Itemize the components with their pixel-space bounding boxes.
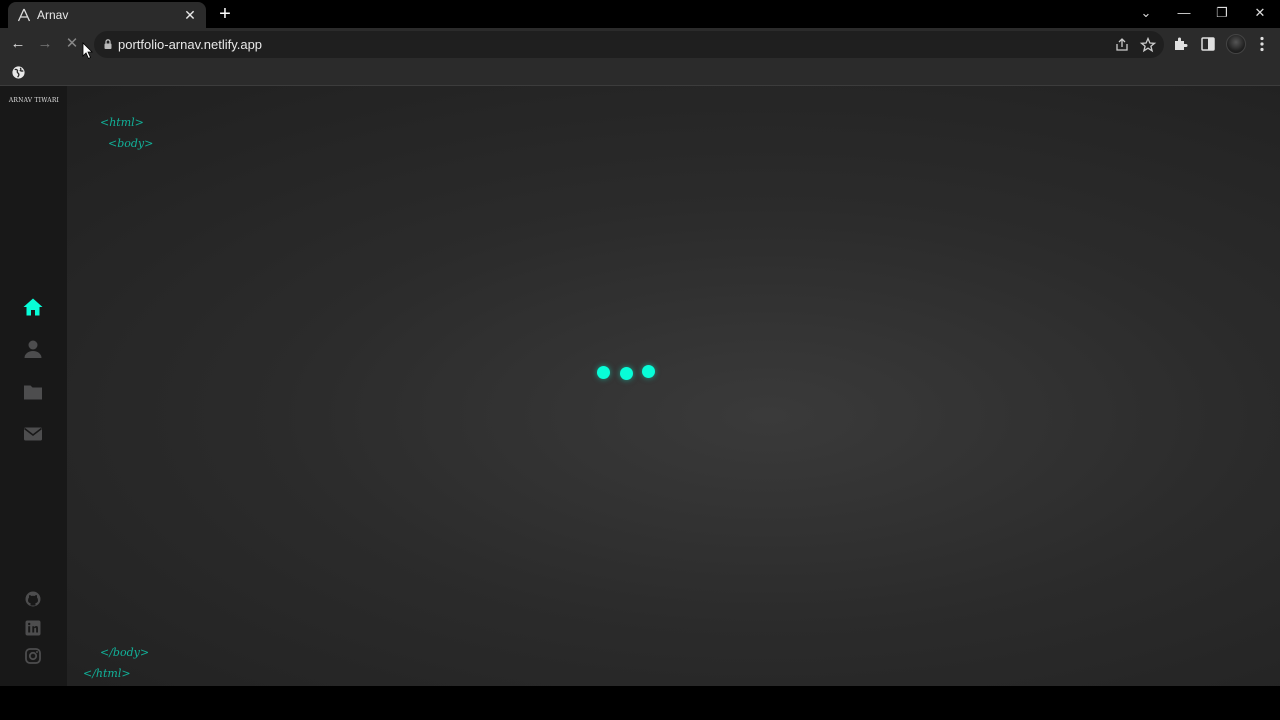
instagram-icon[interactable]: [24, 647, 42, 665]
profile-avatar[interactable]: [1226, 34, 1246, 54]
site-logo[interactable]: ARNAV TIWARI: [6, 97, 62, 104]
taskbar-area: [0, 686, 1280, 720]
back-button[interactable]: ←: [6, 32, 30, 56]
close-window-button[interactable]: ✕: [1246, 2, 1274, 24]
loader-dot: [642, 365, 655, 378]
restore-button[interactable]: ❐: [1208, 2, 1236, 24]
html-open-tag: <html>: [100, 116, 144, 129]
url-text[interactable]: portfolio-arnav.netlify.app: [118, 37, 262, 52]
share-icon[interactable]: [1112, 35, 1132, 55]
address-bar[interactable]: portfolio-arnav.netlify.app: [94, 31, 1164, 58]
loading-indicator: [594, 362, 664, 382]
bookmarks-bar: [0, 60, 1280, 86]
tab-search-icon[interactable]: ⌄: [1132, 2, 1160, 24]
forward-button[interactable]: →: [33, 32, 57, 56]
folder-icon[interactable]: [22, 381, 44, 403]
extensions-icon[interactable]: [1170, 33, 1192, 55]
linkedin-icon[interactable]: [24, 619, 42, 637]
bookmark-star-icon[interactable]: [1138, 35, 1158, 55]
mail-icon[interactable]: [22, 423, 44, 445]
side-panel-icon[interactable]: [1197, 33, 1219, 55]
globe-icon[interactable]: [11, 65, 26, 80]
sidebar: ARNAV TIWARI: [0, 86, 67, 686]
body-close-tag: </body>: [100, 646, 150, 659]
page-viewport: ARNAV TIWARI <html> <body> </body> </htm…: [0, 86, 1280, 686]
tab-close-icon[interactable]: ✕: [182, 7, 198, 23]
tab-title: Arnav: [37, 8, 69, 22]
stop-loading-button[interactable]: ✕: [60, 32, 84, 56]
browser-toolbar: ← → ✕ portfolio-arnav.netlify.app: [0, 28, 1280, 60]
new-tab-button[interactable]: +: [214, 3, 236, 25]
loader-dot: [597, 366, 610, 379]
mouse-cursor-icon: [82, 42, 93, 60]
github-icon[interactable]: [24, 590, 42, 608]
tab-strip: Arnav ✕ + ⌄ — ❐ ✕: [0, 0, 1280, 28]
loader-dot: [620, 367, 633, 380]
tab-favicon-icon: [17, 8, 31, 22]
lock-icon[interactable]: [101, 37, 115, 51]
menu-kebab-icon[interactable]: [1251, 33, 1273, 55]
body-open-tag: <body>: [108, 137, 154, 150]
user-icon[interactable]: [22, 338, 44, 360]
home-icon[interactable]: [22, 296, 44, 318]
html-close-tag: </html>: [83, 667, 131, 680]
browser-tab[interactable]: Arnav ✕: [8, 2, 206, 28]
minimize-button[interactable]: —: [1170, 2, 1198, 24]
